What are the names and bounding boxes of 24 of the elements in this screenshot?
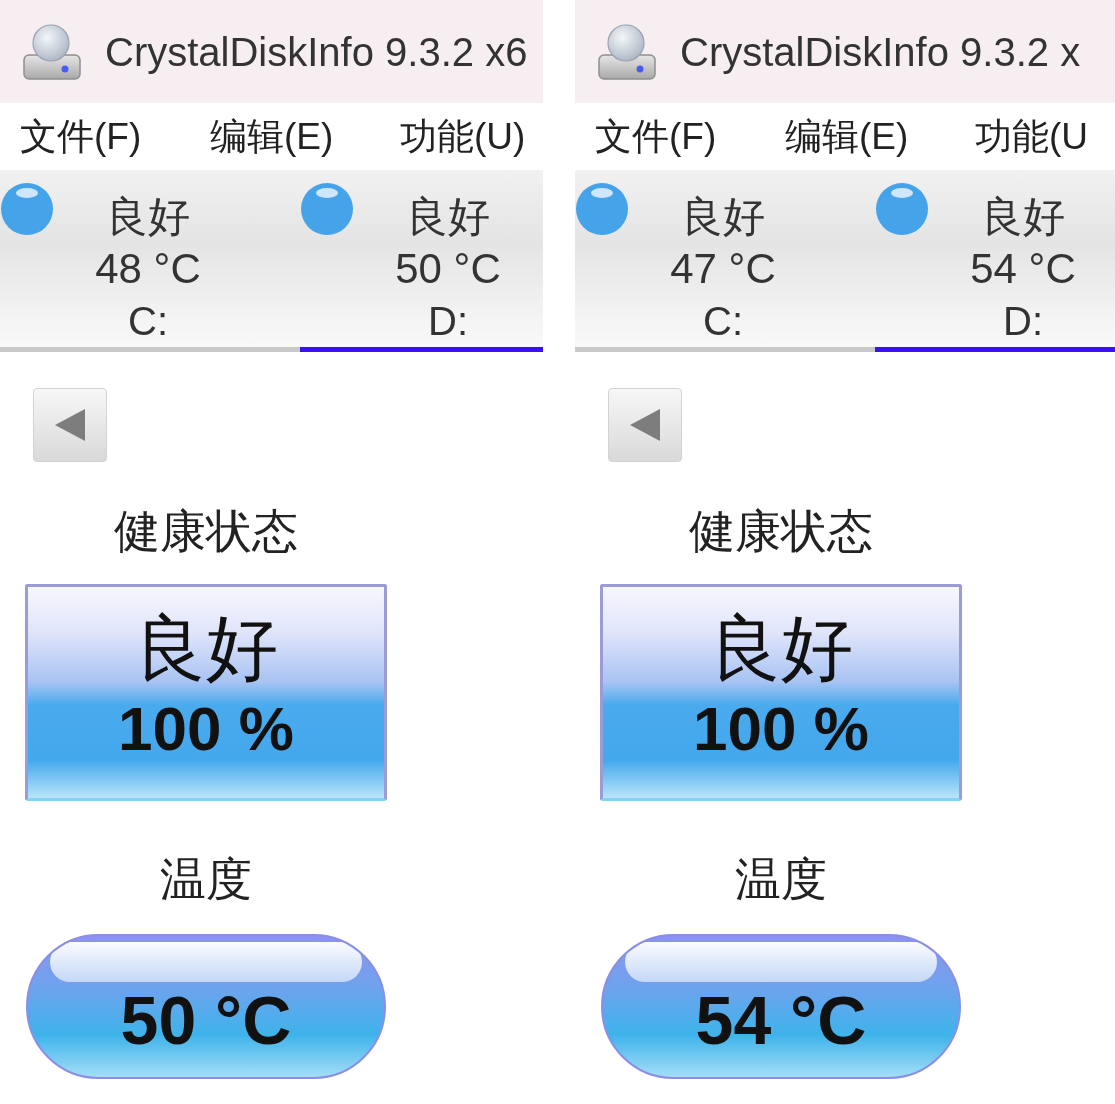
health-percent-text: 100 %	[118, 693, 294, 765]
temperature-label: 温度	[735, 854, 827, 904]
temperature-display: 54 °C	[601, 934, 961, 1079]
temperature-label: 温度	[160, 854, 252, 904]
menu-item[interactable]: 编辑(E)	[785, 118, 975, 155]
menu-item[interactable]: 功能(U)	[400, 118, 543, 155]
health-percent-text: 100 %	[693, 693, 869, 765]
health-status-text: 良好	[709, 607, 853, 690]
previous-button[interactable]	[33, 388, 107, 462]
window-title: CrystalDiskInfo 9.3.2 x	[680, 31, 1081, 72]
window-title: CrystalDiskInfo 9.3.2 x6	[105, 31, 528, 72]
left-triangle-icon	[55, 409, 85, 441]
health-status-text: 良好	[134, 607, 278, 690]
drive-icon	[597, 22, 657, 81]
menu-item[interactable]: 文件(F)	[595, 118, 785, 155]
menu-item[interactable]: 文件(F)	[20, 118, 210, 155]
temperature-display: 50 °C	[26, 934, 386, 1079]
menu-item[interactable]: 编辑(E)	[210, 118, 400, 155]
previous-button[interactable]	[608, 388, 682, 462]
health-label: 健康状态	[689, 506, 873, 556]
left-triangle-icon	[630, 409, 660, 441]
health-label: 健康状态	[114, 506, 298, 556]
drive-icon	[22, 22, 82, 81]
menu-item[interactable]: 功能(U	[975, 118, 1115, 155]
